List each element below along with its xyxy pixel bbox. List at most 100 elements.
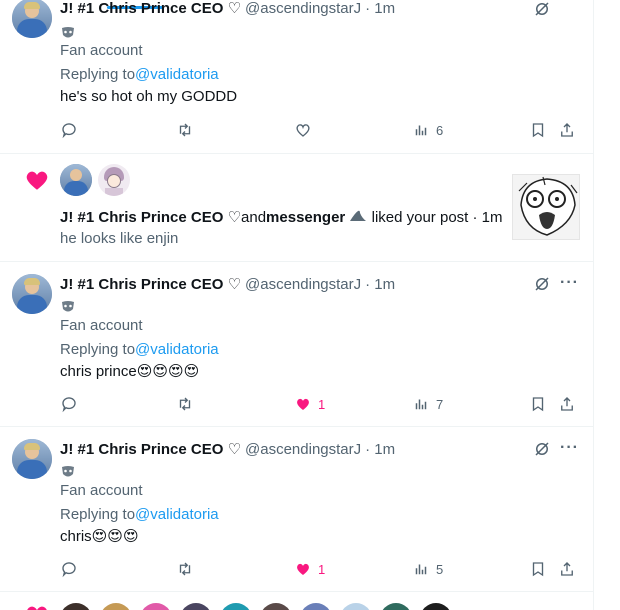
tweet-header: J! #1 Chris Prince CEO ♡ @ascendingstarJ… (60, 0, 395, 18)
grok-icon[interactable] (533, 440, 551, 458)
share-button[interactable] (558, 120, 576, 140)
bookmark-button[interactable] (529, 394, 547, 414)
heart-icon (27, 606, 47, 610)
notification-text: J! #1 Chris Prince CEO ♡andmessenger lik… (60, 208, 503, 228)
post-thumbnail[interactable] (512, 174, 580, 240)
heart-icon (296, 124, 310, 137)
retweet-icon (179, 562, 191, 576)
reply-target-link[interactable]: @validatoria (135, 341, 219, 358)
reply-target-link[interactable]: @validatoria (135, 66, 219, 83)
post-time[interactable]: · 1m (365, 441, 395, 458)
share-button[interactable] (558, 559, 576, 579)
views-button[interactable]: 7 (412, 394, 443, 414)
notif-action: liked your post · 1m (371, 209, 503, 226)
replying-prefix: Replying to (60, 341, 136, 358)
like-button[interactable]: 1 (294, 559, 325, 579)
reply-icon (62, 562, 76, 578)
post-time[interactable]: · 1m (365, 0, 395, 17)
mask-badge-icon (62, 27, 74, 38)
avatar[interactable] (12, 439, 52, 479)
tweet-text: he's so hot oh my GODDD (60, 88, 238, 105)
views-icon (415, 564, 427, 575)
like-button[interactable] (294, 120, 318, 140)
action-bar: 1 5 (60, 559, 580, 579)
grok-icon[interactable] (533, 0, 551, 18)
avatar[interactable] (60, 603, 92, 610)
heart-icon (297, 563, 309, 575)
avatar[interactable] (100, 603, 132, 610)
retweet-icon (179, 397, 191, 411)
more-icon[interactable]: ··· (560, 275, 578, 294)
fan-account-label: Fan account (60, 482, 143, 499)
notif-and: and (241, 209, 267, 226)
avatar[interactable] (380, 603, 412, 610)
reply-target-link[interactable]: @validatoria (135, 506, 219, 523)
bookmark-button[interactable] (529, 120, 547, 140)
replying-prefix: Replying to (60, 66, 136, 83)
author-name[interactable]: J! #1 Chris Prince CEO ♡ (60, 275, 241, 293)
avatar[interactable] (340, 603, 372, 610)
avatar[interactable] (12, 0, 52, 38)
like-button[interactable]: 1 (294, 394, 325, 414)
reply-button[interactable] (60, 120, 78, 140)
avatar[interactable] (60, 164, 92, 196)
mask-badge-icon (62, 466, 74, 477)
replying-to: Replying to@validatoria (60, 340, 219, 360)
tweet-0[interactable]: J! #1 Chris Prince CEO ♡ @ascendingstarJ… (0, 0, 593, 154)
post-time[interactable]: · 1m (365, 276, 395, 293)
like-count: 1 (318, 396, 326, 412)
replying-prefix: Replying to (60, 506, 136, 523)
views-icon (415, 399, 427, 410)
reply-button[interactable] (60, 394, 78, 414)
views-count: 6 (436, 122, 444, 138)
avatar[interactable] (98, 164, 130, 196)
avatar[interactable] (12, 274, 52, 314)
reply-icon (62, 397, 76, 413)
action-bar: 1 7 (60, 394, 580, 414)
notif-user1[interactable]: J! #1 Chris Prince CEO ♡ (60, 209, 241, 226)
tweet-text: chris😍😍😍 (60, 528, 139, 545)
retweet-button[interactable] (176, 559, 194, 579)
views-count: 7 (436, 396, 444, 412)
share-icon (561, 562, 573, 576)
author-name[interactable]: J! #1 Chris Prince CEO ♡ (60, 0, 241, 17)
bookmark-icon (532, 397, 544, 412)
liker-avatars-row (60, 603, 460, 610)
author-handle[interactable]: @ascendingstarJ (245, 276, 361, 293)
retweet-button[interactable] (176, 120, 194, 140)
heart-icon (297, 398, 309, 410)
fan-account-label: Fan account (60, 317, 143, 334)
like-count: 1 (318, 561, 326, 577)
timeline-column: J! #1 Chris Prince CEO ♡ @ascendingstarJ… (0, 0, 594, 610)
views-button[interactable]: 6 (412, 120, 443, 140)
avatar[interactable] (420, 603, 452, 610)
grok-icon[interactable] (533, 275, 551, 293)
bookmark-icon (532, 123, 544, 138)
action-bar: 6 (60, 120, 580, 140)
reply-icon (62, 123, 76, 139)
notif-user2[interactable]: messenger (266, 209, 345, 226)
avatar[interactable] (220, 603, 252, 610)
avatar[interactable] (180, 603, 212, 610)
bookmark-button[interactable] (529, 559, 547, 579)
avatar[interactable] (140, 603, 172, 610)
author-handle[interactable]: @ascendingstarJ (245, 441, 361, 458)
views-icon (415, 125, 427, 136)
tweet-2[interactable]: J! #1 Chris Prince CEO ♡ @ascendingstarJ… (0, 427, 593, 592)
tweet-header: J! #1 Chris Prince CEO ♡ @ascendingstarJ… (60, 439, 395, 459)
avatar[interactable] (260, 603, 292, 610)
fan-account-label: Fan account (60, 42, 143, 59)
author-name[interactable]: J! #1 Chris Prince CEO ♡ (60, 440, 241, 458)
share-button[interactable] (558, 394, 576, 414)
tweet-1[interactable]: J! #1 Chris Prince CEO ♡ @ascendingstarJ… (0, 262, 593, 427)
views-button[interactable]: 5 (412, 559, 443, 579)
views-count: 5 (436, 561, 444, 577)
more-icon[interactable]: ··· (560, 440, 578, 459)
retweet-button[interactable] (176, 394, 194, 414)
replying-to: Replying to@validatoria (60, 505, 219, 525)
reply-button[interactable] (60, 559, 78, 579)
author-handle[interactable]: @ascendingstarJ (245, 0, 361, 17)
tweet-text: chris prince😍😍😍😍 (60, 363, 200, 380)
avatar[interactable] (300, 603, 332, 610)
replying-to: Replying to@validatoria (60, 65, 219, 85)
